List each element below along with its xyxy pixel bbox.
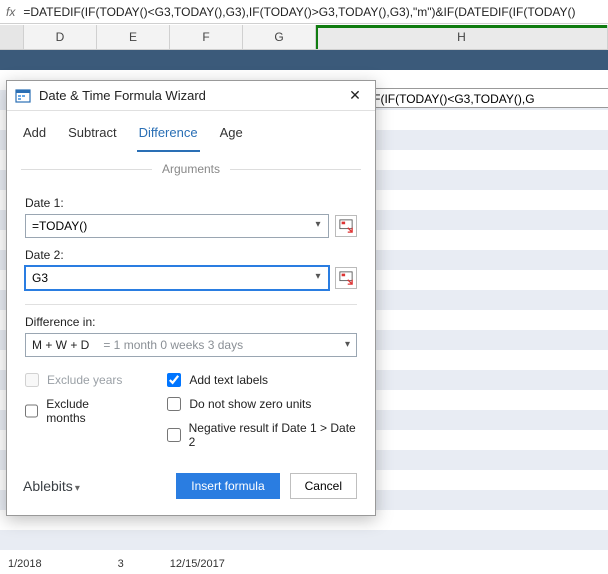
range-select-icon (339, 271, 353, 285)
difference-in-select[interactable]: M + W + D = 1 month 0 weeks 3 days ▾ (25, 333, 357, 357)
col-header-E[interactable]: E (97, 25, 170, 50)
date2-range-picker-button[interactable] (335, 267, 357, 289)
negative-result-check[interactable]: Negative result if Date 1 > Date 2 (167, 421, 357, 449)
column-headers: D E F G H (0, 24, 608, 50)
exclude-years-checkbox (25, 373, 39, 387)
add-text-labels-checkbox[interactable] (167, 373, 181, 387)
date1-input[interactable] (25, 214, 329, 238)
difference-hint: = 1 month 0 weeks 3 days (103, 338, 243, 352)
col-header-F[interactable]: F (170, 25, 243, 50)
col-header-G[interactable]: G (243, 25, 316, 50)
bottom-row: 1/2018 3 12/15/2017 (0, 554, 608, 574)
add-text-labels-label: Add text labels (189, 373, 268, 387)
exclude-years-check: Exclude years (25, 373, 127, 387)
fx-label: fx (6, 5, 15, 19)
date2-input-wrap: ▾ (25, 266, 329, 290)
negative-result-label: Negative result if Date 1 > Date 2 (189, 421, 357, 449)
date1-range-picker-button[interactable] (335, 215, 357, 237)
col-header-H[interactable]: H (316, 25, 608, 50)
table-row[interactable] (0, 50, 608, 70)
tab-subtract[interactable]: Subtract (66, 119, 118, 152)
tab-age[interactable]: Age (218, 119, 245, 152)
dialog-titlebar[interactable]: Date & Time Formula Wizard ✕ (7, 81, 375, 111)
brand-menu[interactable]: Ablebits▾ (19, 478, 166, 494)
wizard-icon (15, 88, 31, 104)
tabs: Add Subtract Difference Age (7, 111, 375, 152)
dialog-title: Date & Time Formula Wizard (39, 88, 343, 103)
no-zero-units-label: Do not show zero units (189, 397, 311, 411)
chevron-down-icon: ▾ (75, 483, 80, 494)
no-zero-units-check[interactable]: Do not show zero units (167, 397, 357, 411)
add-text-labels-check[interactable]: Add text labels (167, 373, 357, 387)
bottom-cell[interactable]: 1/2018 (0, 554, 50, 574)
difference-in-label: Difference in: (25, 315, 357, 329)
formula-wizard-dialog: Date & Time Formula Wizard ✕ Add Subtrac… (6, 80, 376, 516)
table-row[interactable] (0, 530, 608, 550)
col-header-D[interactable]: D (24, 25, 97, 50)
difference-value: M + W + D (32, 338, 89, 352)
bottom-cell[interactable]: 12/15/2017 (162, 554, 233, 574)
date1-input-wrap: ▾ (25, 214, 329, 238)
tab-add[interactable]: Add (21, 119, 48, 152)
negative-result-checkbox[interactable] (167, 428, 180, 442)
exclude-years-label: Exclude years (47, 373, 122, 387)
arguments-separator: Arguments (7, 152, 375, 182)
date1-label: Date 1: (25, 196, 357, 210)
range-select-icon (339, 219, 353, 233)
brand-label: Ablebits (23, 478, 73, 494)
bottom-cell[interactable]: 3 (110, 554, 132, 574)
select-all-corner[interactable] (0, 25, 24, 50)
cancel-button[interactable]: Cancel (290, 473, 357, 499)
arguments-label: Arguments (162, 162, 220, 176)
exclude-months-checkbox[interactable] (25, 404, 38, 418)
formula-bar[interactable]: fx =DATEDIF(IF(TODAY()<G3,TODAY(),G3),IF… (0, 0, 608, 24)
date2-label: Date 2: (25, 248, 357, 262)
date2-input[interactable] (25, 266, 329, 290)
insert-formula-button[interactable]: Insert formula (176, 473, 279, 499)
formula-bar-text: =DATEDIF(IF(TODAY()<G3,TODAY(),G3),IF(TO… (23, 5, 575, 19)
exclude-months-label: Exclude months (46, 397, 127, 425)
chevron-down-icon: ▾ (345, 339, 350, 350)
tab-difference[interactable]: Difference (137, 119, 200, 152)
close-icon[interactable]: ✕ (343, 87, 367, 104)
exclude-months-check[interactable]: Exclude months (25, 397, 127, 425)
no-zero-units-checkbox[interactable] (167, 397, 181, 411)
